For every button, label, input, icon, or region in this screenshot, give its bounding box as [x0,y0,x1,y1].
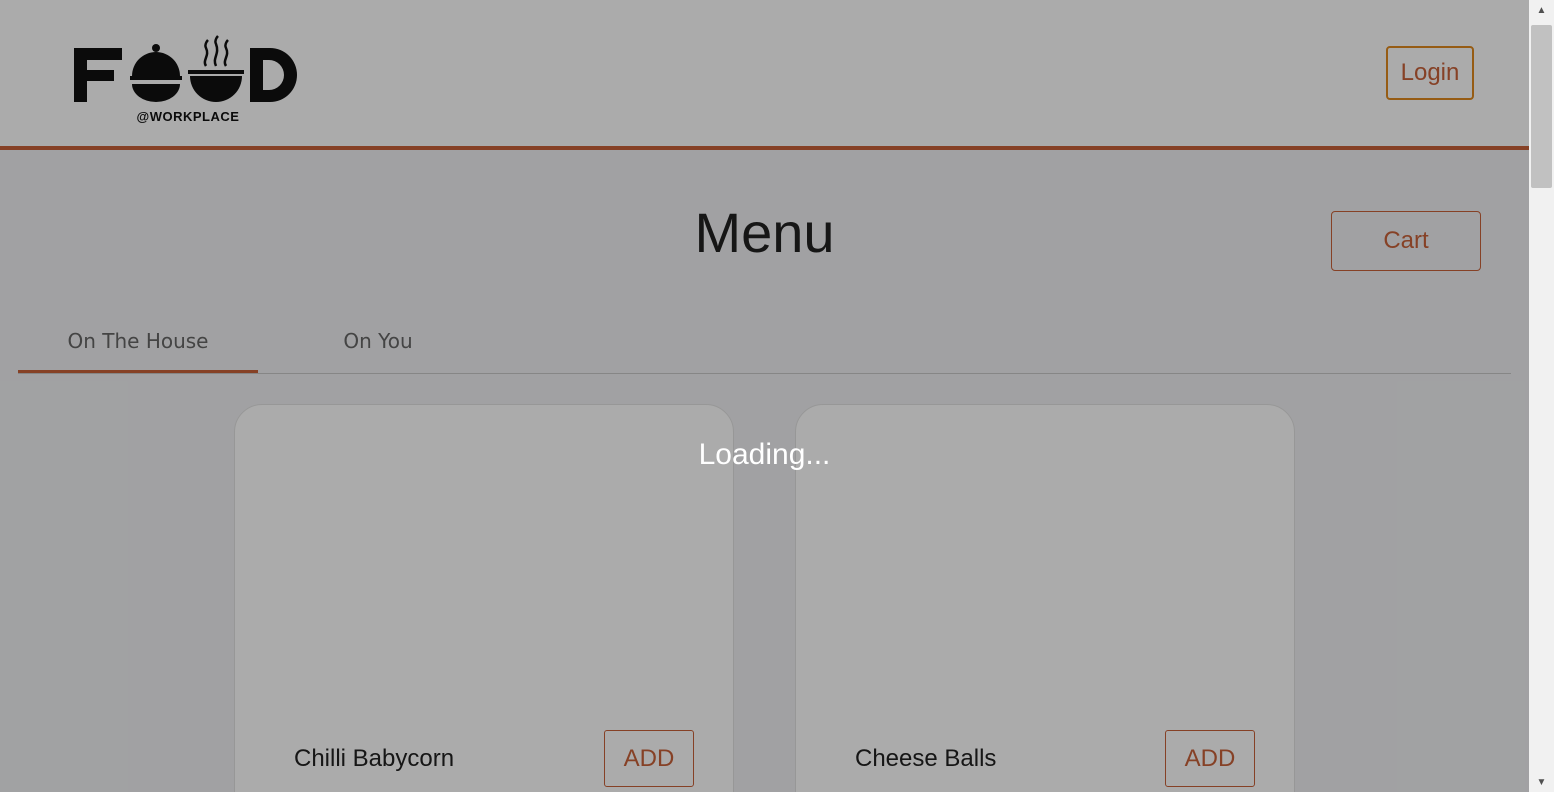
vertical-scrollbar[interactable]: ▲ ▼ [1529,0,1554,792]
loading-overlay: Loading... [0,0,1529,792]
scroll-up-arrow-icon[interactable]: ▲ [1529,0,1554,20]
loading-text: Loading... [698,438,831,471]
scroll-down-arrow-icon[interactable]: ▼ [1529,772,1554,792]
app-page: @WORKPLACE Login Menu Cart On The House … [0,0,1529,792]
scrollbar-thumb[interactable] [1531,25,1552,188]
